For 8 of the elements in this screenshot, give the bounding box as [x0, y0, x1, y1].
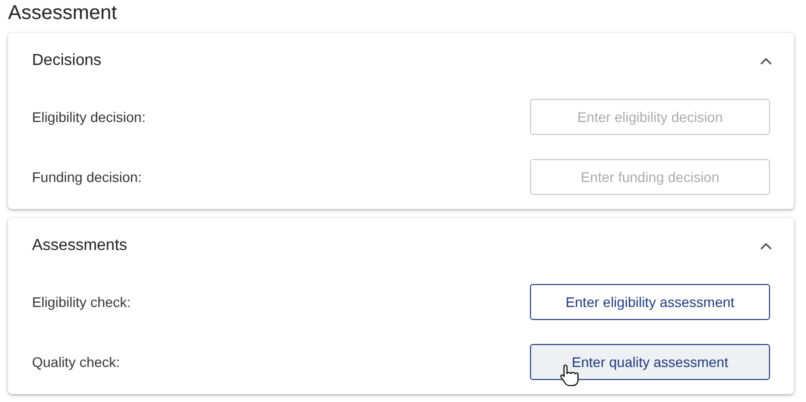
- row-label: Eligibility decision:: [32, 109, 146, 125]
- row-label: Quality check:: [32, 354, 120, 370]
- section-title: Decisions: [32, 52, 102, 70]
- page-title: Assessment: [8, 1, 118, 25]
- row-label: Funding decision:: [32, 169, 142, 185]
- row-label: Eligibility check:: [32, 294, 131, 310]
- section-title: Assessments: [32, 237, 128, 255]
- enter-button[interactable]: Enter eligibility assessment: [530, 284, 770, 320]
